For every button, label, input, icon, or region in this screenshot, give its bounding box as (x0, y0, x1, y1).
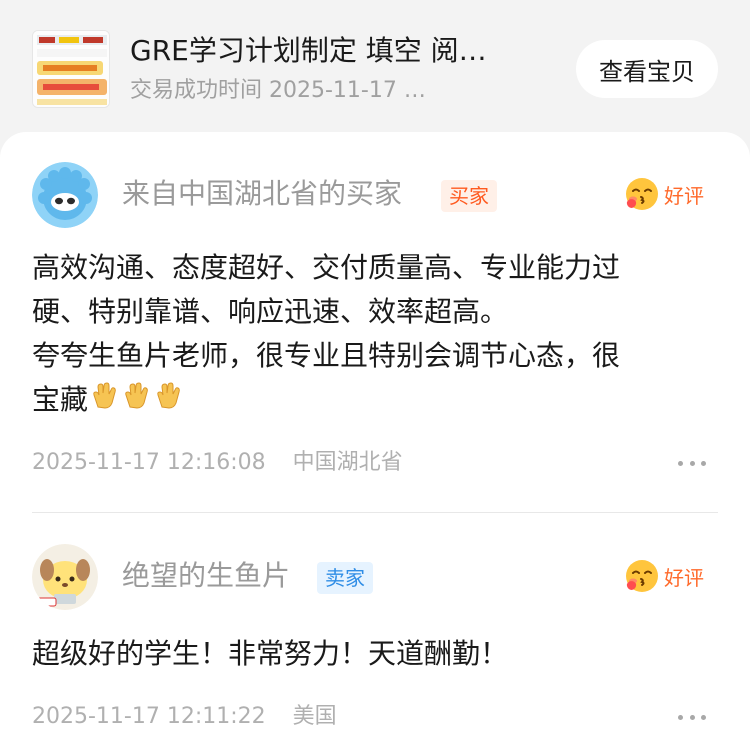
review-line: 夸夸生鱼片老师，很专业且特别会调节心态，很 (32, 339, 621, 372)
more-icon[interactable] (674, 448, 710, 478)
reviewer-name[interactable]: 来自中国湖北省的买家 (122, 176, 402, 212)
product-thumbnail[interactable] (32, 30, 110, 108)
clap-icon (122, 380, 152, 424)
smiley-kiss-icon (624, 176, 660, 216)
view-item-button[interactable]: 查看宝贝 (576, 40, 718, 98)
smiley-kiss-icon (624, 558, 660, 598)
review-meta: 2025-11-17 12:16:08 中国湖北省 (32, 448, 403, 478)
rating-label: 好评 (664, 566, 704, 590)
seller-badge: 卖家 (317, 562, 373, 594)
order-title[interactable]: GRE学习计划制定 填空 阅… (130, 33, 550, 69)
rating-label: 好评 (664, 184, 704, 208)
review-location: 中国湖北省 (292, 450, 403, 475)
avatar[interactable] (32, 544, 98, 610)
review-line: 超级好的学生！非常努力！天道酬勤！ (32, 637, 509, 670)
review-text: 高效沟通、态度超好、交付质量高、专业能力过 硬、特别靠谱、响应迅速、效率超高。 … (32, 246, 712, 424)
review-line: 硬、特别靠谱、响应迅速、效率超高。 (32, 295, 509, 328)
order-header: GRE学习计划制定 填空 阅… 交易成功时间 2025-11-17 … 查看宝贝 (0, 0, 750, 120)
review-date: 2025-11-17 12:11:22 (32, 704, 266, 729)
rating-badge: 好评 (624, 178, 704, 214)
divider (32, 512, 718, 513)
avatar[interactable] (32, 162, 98, 228)
more-icon[interactable] (674, 702, 710, 732)
review-line: 高效沟通、态度超好、交付质量高、专业能力过 (32, 251, 621, 284)
order-subtitle: 交易成功时间 2025-11-17 … (130, 78, 426, 103)
review-line: 宝藏 (32, 383, 89, 416)
reviews-card: 来自中国湖北省的买家 买家 好评 高效沟通、态度超好、交付质量高、专业能力过 硬… (0, 132, 750, 738)
review-date: 2025-11-17 12:16:08 (32, 450, 266, 475)
review-location: 美国 (292, 704, 337, 729)
buyer-badge: 买家 (441, 180, 497, 212)
clap-icon (154, 380, 184, 424)
review-text: 超级好的学生！非常努力！天道酬勤！ (32, 632, 712, 676)
review-line-last: 宝藏 (32, 378, 712, 424)
rating-badge: 好评 (624, 560, 704, 596)
review-meta: 2025-11-17 12:11:22 美国 (32, 702, 337, 732)
reviewer-name[interactable]: 绝望的生鱼片 (122, 558, 290, 594)
clap-icon (90, 380, 120, 424)
